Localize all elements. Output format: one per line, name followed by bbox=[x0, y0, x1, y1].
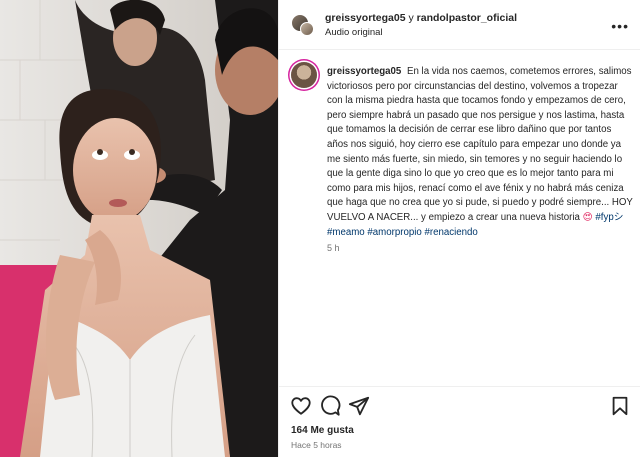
hashtag-link[interactable]: #renaciendo bbox=[425, 227, 478, 238]
hashtag-link[interactable]: #fypシ bbox=[595, 212, 623, 223]
emoji: 😍 bbox=[582, 211, 593, 223]
comment-icon[interactable] bbox=[319, 395, 341, 417]
share-icon[interactable] bbox=[348, 395, 370, 417]
audio-link[interactable]: Audio original bbox=[325, 27, 383, 38]
avatar[interactable] bbox=[291, 62, 317, 88]
like-count[interactable]: 164 Me gusta bbox=[291, 425, 354, 436]
hashtag-link[interactable]: #amorpropio bbox=[367, 227, 421, 238]
caption-timestamp[interactable]: 5 h bbox=[327, 243, 340, 253]
heart-icon[interactable] bbox=[290, 395, 312, 417]
username-link[interactable]: greissyortega05 bbox=[327, 66, 401, 77]
action-bar: 164 Me gusta Hace 5 horas bbox=[279, 386, 640, 457]
hashtag-link[interactable]: #meamo bbox=[327, 227, 365, 238]
post-video-frame bbox=[0, 0, 278, 457]
more-horizontal-icon[interactable]: ••• bbox=[611, 18, 629, 34]
bookmark-icon[interactable] bbox=[609, 395, 631, 417]
collab-username-link[interactable]: randolpastor_oficial bbox=[417, 12, 517, 24]
username-link[interactable]: greissyortega05 bbox=[325, 12, 406, 24]
collab-avatar[interactable] bbox=[300, 22, 314, 36]
caption-body: En la vida nos caemos, cometemos errores… bbox=[327, 66, 633, 223]
caption-text: greissyortega05 En la vida nos caemos, c… bbox=[327, 65, 633, 240]
conjunction-text: y bbox=[408, 12, 414, 24]
caption-section: greissyortega05 En la vida nos caemos, c… bbox=[279, 51, 640, 386]
post-media[interactable] bbox=[0, 0, 278, 457]
post-header: greissyortega05 y randolpastor_oficial A… bbox=[279, 0, 640, 50]
post-detail-panel: greissyortega05 y randolpastor_oficial A… bbox=[278, 0, 640, 457]
post-authors: greissyortega05 y randolpastor_oficial bbox=[325, 12, 517, 24]
post-timestamp[interactable]: Hace 5 horas bbox=[291, 440, 342, 450]
